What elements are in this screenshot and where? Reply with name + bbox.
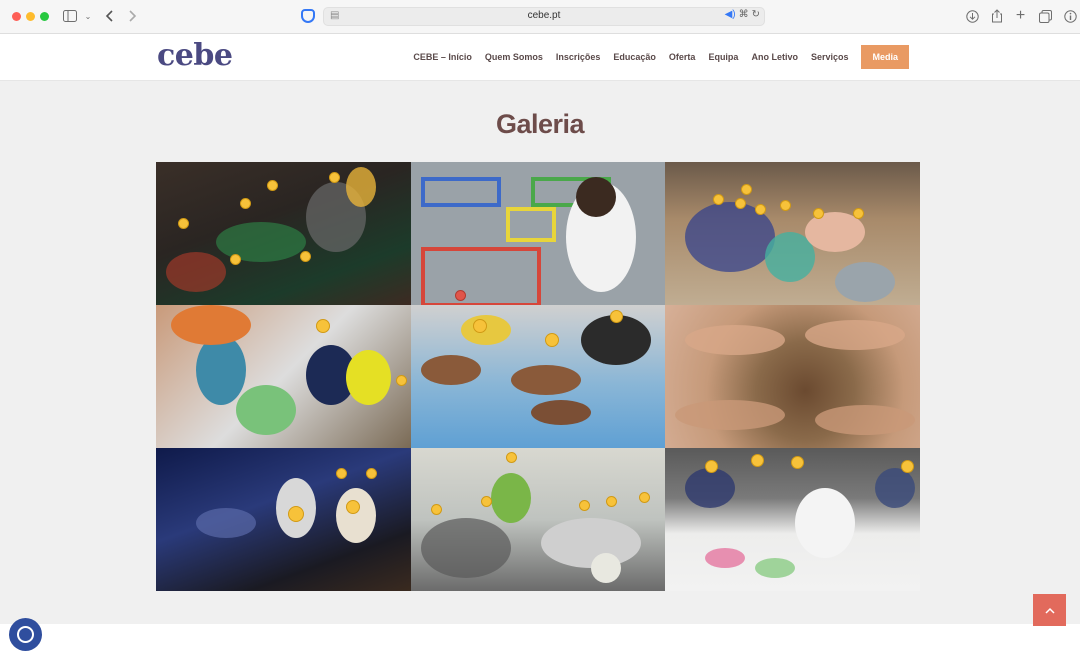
chevron-up-icon	[1044, 603, 1055, 617]
translate-icon[interactable]: ⌘	[739, 9, 749, 20]
gallery-photo[interactable]	[410, 162, 666, 305]
nav-item-educacao[interactable]: Educação	[613, 52, 656, 62]
chevron-down-icon[interactable]: ⌄	[83, 7, 93, 25]
page-title: Galeria	[495, 109, 585, 139]
back-to-top-button[interactable]	[1033, 594, 1066, 626]
gallery-photo[interactable]	[156, 448, 411, 591]
nav-item-inscricoes[interactable]: Inscrições	[556, 52, 601, 62]
site-logo[interactable]: cebe	[157, 38, 233, 73]
gallery-photo[interactable]	[156, 305, 411, 448]
gallery-photo[interactable]	[156, 162, 411, 305]
reload-icon[interactable]: ↻	[752, 9, 760, 20]
sidebar-icon[interactable]	[62, 7, 78, 25]
gallery-photo[interactable]	[665, 305, 920, 448]
main-nav: CEBE – Início Quem Somos Inscrições Educ…	[413, 45, 909, 69]
shield-icon[interactable]	[301, 9, 315, 23]
nav-item-quem-somos[interactable]: Quem Somos	[485, 52, 543, 62]
cookie-settings-button[interactable]	[9, 618, 42, 651]
close-window-button[interactable]	[12, 12, 21, 21]
nav-item-inicio[interactable]: CEBE – Início	[413, 52, 472, 62]
page-footer	[0, 624, 1080, 658]
browser-toolbar: ⌄ ▤ cebe.pt ◀) ⌘ ↻ +	[0, 0, 1080, 34]
download-icon[interactable]	[965, 7, 979, 25]
back-icon[interactable]	[103, 7, 115, 25]
nav-item-equipa[interactable]: Equipa	[708, 52, 738, 62]
share-icon[interactable]	[990, 7, 1004, 25]
audio-icon[interactable]: ◀)	[725, 9, 736, 20]
minimize-window-button[interactable]	[26, 12, 35, 21]
new-tab-icon[interactable]: +	[1014, 7, 1027, 25]
gallery-photo[interactable]	[665, 162, 920, 305]
nav-item-servicos[interactable]: Serviços	[811, 52, 849, 62]
gallery-photo[interactable]	[665, 448, 920, 591]
forward-icon[interactable]	[127, 7, 139, 25]
url-text[interactable]: cebe.pt	[324, 10, 764, 21]
gallery-photo[interactable]	[410, 305, 666, 448]
address-bar[interactable]: ▤ cebe.pt ◀) ⌘ ↻	[323, 7, 765, 26]
gallery-photo[interactable]	[410, 448, 666, 591]
maximize-window-button[interactable]	[40, 12, 49, 21]
nav-item-media[interactable]: Media	[861, 45, 909, 69]
info-icon[interactable]	[1063, 7, 1077, 25]
photo-gallery	[156, 162, 920, 591]
nav-item-ano-letivo[interactable]: Ano Letivo	[751, 52, 798, 62]
tabs-overview-icon[interactable]	[1038, 7, 1052, 25]
main-content: Galeria	[0, 81, 1080, 624]
nav-item-oferta[interactable]: Oferta	[669, 52, 696, 62]
cookie-icon	[17, 626, 34, 643]
site-header: cebe CEBE – Início Quem Somos Inscrições…	[0, 34, 1080, 81]
